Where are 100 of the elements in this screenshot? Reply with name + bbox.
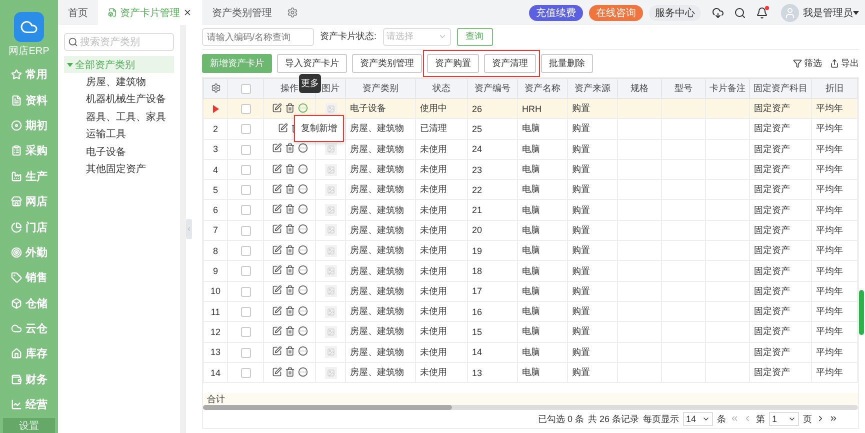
table-cell: 固定资产: [750, 281, 812, 302]
tree-label[interactable]: 全部资产类别: [75, 58, 135, 72]
search-input[interactable]: 请输入编码/名称查询: [202, 28, 314, 46]
toolbar-button[interactable]: 资产清理: [484, 54, 536, 73]
row-number: 3: [204, 139, 228, 160]
tab[interactable]: 资产类别管理: [202, 0, 282, 25]
tree-item[interactable]: 运输工具: [64, 126, 174, 143]
sidebar-item[interactable]: 库存: [0, 341, 58, 367]
tree-item[interactable]: 全部资产类别: [64, 56, 174, 73]
total-count: 共 26 条记录: [588, 412, 639, 426]
table-cell: 固定资产: [750, 322, 812, 342]
table-cell: 购置: [568, 200, 618, 220]
tab[interactable]: 首页: [58, 0, 98, 25]
table-cell: 固定资产: [750, 139, 812, 160]
column-header: 折旧: [812, 78, 858, 98]
tree-item[interactable]: 器具、工具、家具: [64, 108, 174, 126]
table-cell: 电脑: [518, 342, 568, 362]
tab[interactable]: 资产卡片管理: [98, 0, 202, 25]
tree-item[interactable]: 机器机械生产设备: [64, 90, 174, 108]
toolbar-button[interactable]: 资产类别管理: [352, 54, 422, 73]
table-cell: 未使用: [416, 200, 468, 220]
query-button[interactable]: 查询: [456, 28, 493, 46]
table-cell: 购置: [568, 118, 618, 140]
table-cell: 平均年: [812, 139, 858, 160]
table-cell: 房屋、建筑物: [346, 118, 416, 140]
table-cell: 电脑: [518, 200, 568, 220]
row-number: 13: [204, 342, 228, 362]
row-number: 14: [204, 362, 228, 383]
table-cell: 电脑: [518, 362, 568, 383]
sidebar-item[interactable]: 门店: [0, 214, 58, 240]
table-cell: 购置: [568, 260, 618, 282]
column-header: 固定资产科目: [750, 78, 812, 98]
table-cell: 购置: [568, 281, 618, 302]
status-select[interactable]: 请选择: [382, 28, 451, 46]
table-cell: 平均年: [812, 118, 858, 140]
export-link[interactable]: 导出: [841, 57, 859, 70]
per-page-select[interactable]: 14: [683, 412, 713, 426]
table-cell: 平均年: [812, 200, 858, 220]
settings-button[interactable]: 设置: [3, 418, 55, 433]
page-select[interactable]: 1: [769, 412, 799, 426]
add-button[interactable]: 新增资产卡片: [202, 54, 272, 73]
sidebar-item[interactable]: 经营: [0, 392, 58, 418]
table-cell: 房屋、建筑物: [346, 260, 416, 282]
column-header: 卡片备注: [706, 78, 750, 98]
table-cell: 固定资产: [750, 362, 812, 383]
tree-item[interactable]: 房屋、建筑物: [64, 73, 174, 90]
total-label: 合计: [203, 393, 858, 406]
app-name: 网店ERP: [8, 44, 50, 58]
filter-link[interactable]: 筛选: [804, 57, 822, 70]
table-cell: 已清理: [416, 118, 468, 140]
table-cell: 购置: [568, 139, 618, 160]
table-cell: 未使用: [416, 322, 468, 342]
toolbar-button[interactable]: 批量删除: [541, 54, 593, 73]
table-cell: 固定资产: [750, 342, 812, 362]
table-cell: 房屋、建筑物: [346, 281, 416, 302]
sidebar-item[interactable]: 销售: [0, 265, 58, 291]
sidebar-item[interactable]: 外勤: [0, 240, 58, 266]
toolbar-button[interactable]: 资产购置: [427, 54, 479, 73]
sidebar-item[interactable]: 财务: [0, 366, 58, 392]
table-cell: 平均年: [812, 342, 858, 362]
service-center-button[interactable]: 服务中心: [649, 4, 701, 20]
tree-item[interactable]: 电子设备: [64, 143, 174, 160]
sidebar-item[interactable]: 云仓: [0, 316, 58, 342]
table-cell: 13: [468, 362, 518, 383]
status-label: 资产卡片状态:: [320, 30, 377, 43]
column-header: 资产编号: [468, 78, 518, 98]
column-header: 资产类别: [346, 78, 416, 98]
sidebar-item[interactable]: 网店: [0, 188, 58, 214]
sidebar-item[interactable]: 常用: [0, 62, 58, 88]
unit-label: 条: [717, 412, 726, 426]
row-number: 10: [204, 281, 228, 302]
table-cell: 固定资产: [750, 260, 812, 282]
table-cell: 14: [468, 342, 518, 362]
table-cell: 房屋、建筑物: [346, 322, 416, 342]
sidebar-item[interactable]: 资料: [0, 87, 58, 113]
table-cell: 固定资产: [750, 200, 812, 220]
menu-item[interactable]: 复制新增: [298, 119, 340, 138]
column-header: 状态: [416, 78, 468, 98]
table-cell: 购置: [568, 322, 618, 342]
row-number: 6: [204, 200, 228, 220]
sidebar-item[interactable]: 生产: [0, 164, 58, 189]
column-header: 型号: [662, 78, 706, 98]
row-number: 12: [204, 322, 228, 342]
user-name[interactable]: 我是管理员: [803, 6, 853, 20]
row-number: 2: [204, 118, 228, 140]
column-header: 资产来源: [568, 78, 618, 98]
search-field[interactable]: 搜索资产类别: [64, 33, 174, 51]
page-prefix: 第: [756, 412, 765, 426]
tree-item[interactable]: 其他固定资产: [64, 160, 174, 178]
table-cell: 17: [468, 281, 518, 302]
sidebar-item[interactable]: 期初: [0, 112, 58, 138]
header-badge[interactable]: 在线咨询: [589, 4, 643, 20]
header-badge[interactable]: 充值续费: [529, 4, 583, 20]
table-cell: 电脑: [518, 281, 568, 302]
toolbar-button[interactable]: 导入资产卡片: [277, 54, 347, 73]
sidebar-item[interactable]: 采购: [0, 138, 58, 164]
table-cell: 电脑: [518, 322, 568, 342]
table-cell: 未使用: [416, 281, 468, 302]
table-cell: 18: [468, 260, 518, 282]
sidebar-item[interactable]: 仓储: [0, 290, 58, 316]
